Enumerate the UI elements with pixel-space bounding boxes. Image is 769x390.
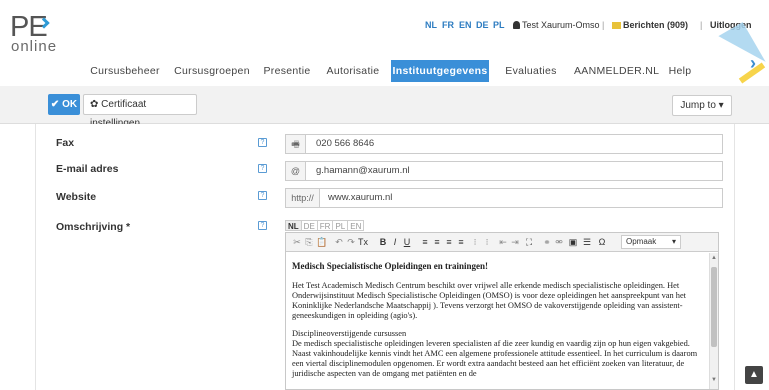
nav-item-presentie[interactable]: Presentie [260, 60, 314, 82]
justify-icon[interactable]: ≡ [456, 236, 466, 249]
messages-link[interactable]: Berichten (909) [612, 20, 688, 30]
logo-online: online [11, 38, 58, 55]
editor-toolbar: ✂ ⎘ 📋 ↶ ↷ Tx B I U ≡ ≡ ≡ ≡ ⁝ ⁝ ⇤ ⇥ ⛶ ⚭ ⚮… [286, 233, 718, 252]
editor-scrollbar[interactable]: ▲ ▼ [709, 253, 718, 389]
editor-content[interactable]: Medisch Specialistische Opleidingen en t… [286, 253, 708, 389]
scroll-down-icon[interactable]: ▼ [711, 377, 717, 383]
nav-item-evaluaties[interactable]: Evaluaties [499, 60, 563, 82]
copy-icon[interactable]: ⎘ [304, 236, 314, 249]
content-paragraph: De medisch specialistische opleidingen l… [292, 339, 698, 378]
content-paragraph: Het Test Academisch Medisch Centrum besc… [292, 281, 687, 320]
nav-item-autorisatie[interactable]: Autorisatie [323, 60, 383, 82]
user-link[interactable]: Test Xaurum-Omso [513, 20, 600, 30]
fax-field[interactable]: 🖷 020 566 8646 [285, 134, 723, 154]
special-char-icon[interactable]: Ω [596, 236, 608, 249]
email-value: g.hamann@xaurum.nl [316, 165, 410, 176]
bullet-list-icon[interactable]: ⁝ [482, 236, 492, 249]
paste-icon[interactable]: 📋 [316, 236, 327, 249]
nav-item-help[interactable]: Help [665, 60, 695, 82]
content-heading: Medisch Specialistische Opleidingen en t… [292, 261, 489, 271]
outdent-icon[interactable]: ⇤ [498, 236, 508, 249]
jump-to-dropdown[interactable]: Jump to ▾ [672, 95, 732, 116]
top-links: NL FR EN DE PL Test Xaurum-Omso | Berich… [0, 20, 769, 34]
scroll-up-icon[interactable]: ▲ [711, 255, 717, 261]
separator: | [602, 20, 605, 30]
scroll-thumb[interactable] [711, 267, 717, 347]
email-label: E-mail adres [56, 163, 119, 175]
clear-format-icon[interactable]: Tx [358, 236, 368, 249]
email-field[interactable]: @ g.hamann@xaurum.nl [285, 161, 723, 181]
header: PE online NL FR EN DE PL Test Xaurum-Oms… [0, 0, 769, 86]
website-label: Website [56, 191, 97, 203]
description-label: Omschrijving * [56, 221, 131, 233]
format-select[interactable]: Opmaak ▾ [621, 235, 681, 249]
action-toolbar: ✔ OK ✿ Certificaat instellingen Jump to … [0, 86, 769, 129]
messages-label: Berichten (909) [623, 20, 689, 30]
help-icon[interactable]: ? [258, 138, 267, 147]
indent-icon[interactable]: ⇥ [510, 236, 520, 249]
description-language-tabs: NL DE FR PL EN [285, 220, 365, 232]
format-select-label: Opmaak [626, 237, 657, 246]
website-field[interactable]: http:// www.xaurum.nl [285, 188, 723, 208]
certificate-settings-button[interactable]: ✿ Certificaat instellingen [83, 94, 197, 129]
align-left-icon[interactable]: ≡ [420, 236, 430, 249]
italic-icon[interactable]: I [390, 236, 400, 249]
table-icon[interactable]: ☰ [582, 236, 592, 249]
undo-icon[interactable]: ↶ [334, 236, 344, 249]
lang-de[interactable]: DE [476, 20, 489, 30]
nav-item-aanmelder[interactable]: AANMELDER.NL [574, 60, 659, 82]
main-nav: Cursusbeheer Cursusgroepen Presentie Aut… [0, 60, 769, 82]
lang-fr[interactable]: FR [442, 20, 454, 30]
align-right-icon[interactable]: ≡ [444, 236, 454, 249]
lang-en[interactable]: EN [459, 20, 472, 30]
chevron-down-icon: ▾ [671, 237, 676, 246]
at-icon: @ [286, 162, 306, 180]
help-icon[interactable]: ? [258, 221, 267, 230]
tab-fr[interactable]: FR [316, 220, 334, 231]
user-name: Test Xaurum-Omso [522, 20, 600, 30]
help-icon[interactable]: ? [258, 164, 267, 173]
numbered-list-icon[interactable]: ⁝ [470, 236, 480, 249]
tab-nl[interactable]: NL [285, 220, 302, 231]
tab-pl[interactable]: PL [332, 220, 349, 231]
link-icon[interactable]: ⚭ [542, 236, 552, 249]
nav-item-cursusgroepen[interactable]: Cursusgroepen [170, 60, 254, 82]
underline-icon[interactable]: U [402, 236, 412, 249]
cut-icon[interactable]: ✂ [292, 236, 302, 249]
institute-form: Fax ? 🖷 020 566 8646 E-mail adres ? @ g.… [35, 124, 735, 390]
rich-text-editor[interactable]: ✂ ⎘ 📋 ↶ ↷ Tx B I U ≡ ≡ ≡ ≡ ⁝ ⁝ ⇤ ⇥ ⛶ ⚭ ⚮… [285, 232, 719, 390]
fax-label: Fax [56, 137, 75, 149]
lang-pl[interactable]: PL [493, 20, 505, 30]
user-icon [513, 21, 520, 29]
tab-de[interactable]: DE [300, 220, 318, 231]
redo-icon[interactable]: ↷ [346, 236, 356, 249]
tab-en[interactable]: EN [347, 220, 365, 231]
unlink-icon[interactable]: ⚮ [554, 236, 564, 249]
separator: | [700, 20, 703, 30]
website-value: www.xaurum.nl [328, 192, 393, 203]
align-center-icon[interactable]: ≡ [432, 236, 442, 249]
maximize-icon[interactable]: ⛶ [524, 236, 534, 249]
image-icon[interactable]: ▣ [568, 236, 578, 249]
help-icon[interactable]: ? [258, 191, 267, 200]
bold-icon[interactable]: B [378, 236, 388, 249]
mail-icon [612, 22, 621, 29]
nav-item-instituutgegevens[interactable]: Instituutgegevens [391, 60, 489, 82]
http-prefix: http:// [286, 189, 320, 207]
nav-item-cursusbeheer[interactable]: Cursusbeheer [86, 60, 164, 82]
lang-nl[interactable]: NL [425, 20, 437, 30]
scroll-to-top-button[interactable]: ▲ [745, 366, 763, 384]
fax-value: 020 566 8646 [316, 138, 375, 149]
fax-icon: 🖷 [286, 135, 306, 153]
content-subtitle: Disciplineoverstijgende cursussen [292, 329, 407, 338]
ok-button[interactable]: ✔ OK [48, 94, 80, 115]
